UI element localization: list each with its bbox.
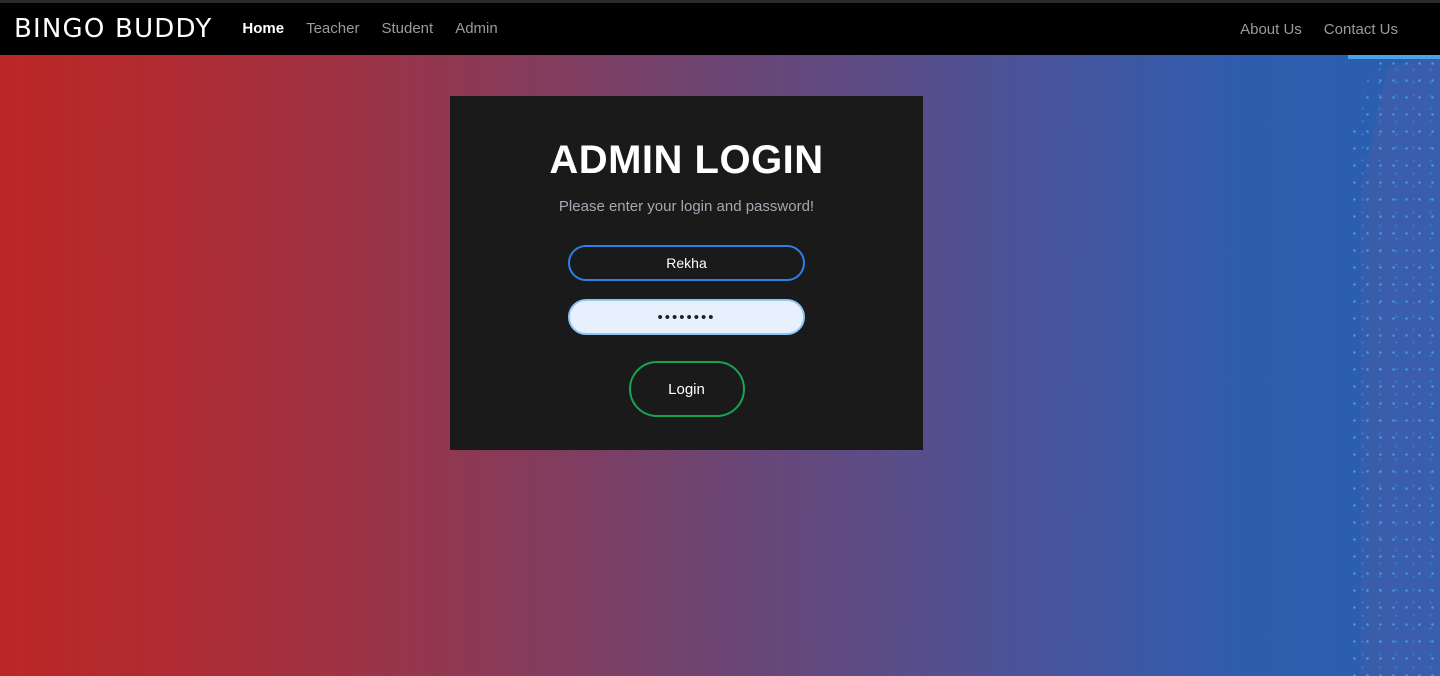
secondary-nav-links: About Us Contact Us	[1240, 22, 1398, 37]
nav-item-teacher: Teacher	[306, 20, 359, 38]
top-navigation-bar: BINGO BUDDY Home Teacher Student Admin A…	[0, 0, 1440, 55]
password-input[interactable]	[568, 299, 805, 335]
nav-link-student[interactable]: Student	[381, 20, 433, 37]
nav-link-about-us[interactable]: About Us	[1240, 22, 1302, 37]
nav-item-home: Home	[242, 20, 284, 38]
primary-nav-links: Home Teacher Student Admin	[242, 20, 497, 38]
login-instructions: Please enter your login and password!	[558, 198, 815, 215]
decorative-dot-pattern	[1348, 55, 1440, 676]
nav-link-contact-us[interactable]: Contact Us	[1324, 22, 1398, 37]
login-button[interactable]: Login	[628, 361, 745, 417]
nav-link-admin[interactable]: Admin	[455, 20, 498, 37]
site-logo[interactable]: BINGO BUDDY	[14, 16, 212, 42]
username-input[interactable]	[568, 245, 805, 281]
nav-item-student: Student	[381, 20, 433, 38]
decorative-top-strip	[1348, 55, 1440, 59]
page-title: ADMIN LOGIN	[549, 138, 824, 182]
nav-item-admin: Admin	[455, 20, 498, 38]
page-background: ADMIN LOGIN Please enter your login and …	[0, 55, 1440, 676]
admin-login-card: ADMIN LOGIN Please enter your login and …	[450, 96, 923, 450]
nav-link-teacher[interactable]: Teacher	[306, 20, 359, 37]
nav-link-home[interactable]: Home	[242, 20, 284, 37]
